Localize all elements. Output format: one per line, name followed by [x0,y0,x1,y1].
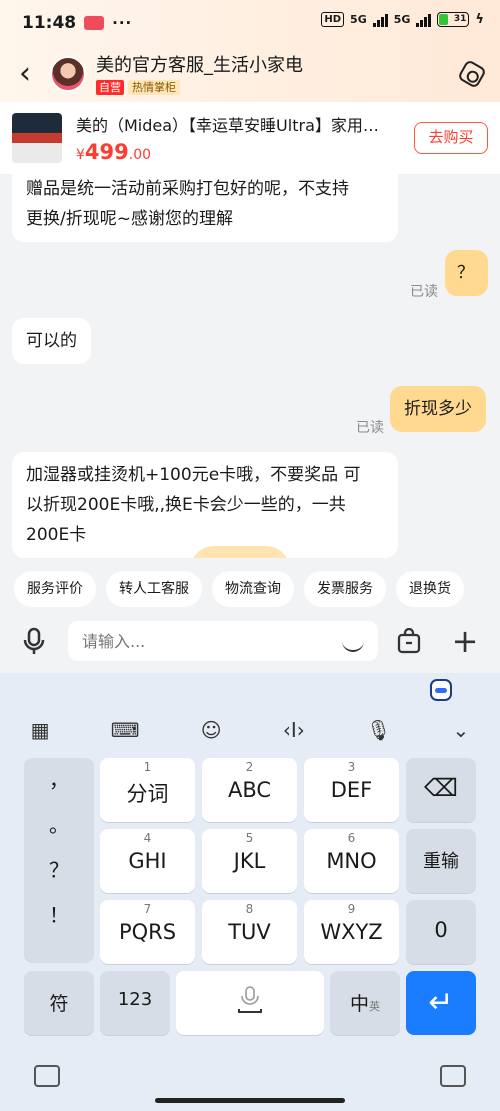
partial-bubble [190,546,290,558]
space-key[interactable] [176,971,324,1035]
quick-reply-human-agent[interactable]: 转人工客服 [106,571,202,607]
keyboard-toolbar: ▦ ⌨ ☺ ‹I› 🎙 ⌄ [0,713,500,747]
message-bubble-left[interactable]: 加湿器或挂烫机+100元e卡哦，不要奖品 可 以折现200E卡哦,,换E卡会少一… [12,452,398,558]
order-button[interactable] [378,628,440,654]
key-4[interactable]: 4 GHI [100,829,195,893]
emoji-icon[interactable] [342,630,364,652]
product-price: ¥499.00 [76,140,152,164]
message-bubble-left[interactable]: 赠品是统一活动前采购打包好的呢，不支持 更换/折现呢~感谢您的理解 [12,174,398,242]
shopping-bag-icon [397,628,421,654]
key-1[interactable]: 1 分词 [100,758,195,822]
shop-info: 美的官方客服_生活小家电 自营 热情掌柜 [96,54,444,95]
key-7[interactable]: 7 PQRS [100,900,195,964]
enthusiastic-badge: 热情掌柜 [128,79,180,95]
product-image[interactable] [12,113,62,163]
hd-icon: HD [321,12,345,27]
avatar[interactable] [50,56,86,92]
charging-icon: ϟ [475,12,484,27]
status-bar: 11:48 ··· HD 5G 5G 31 ϟ [0,0,500,46]
key-9[interactable]: 9 WXYZ [304,900,399,964]
message-bubble-right[interactable]: ？ [445,250,488,296]
network-label-1: 5G [350,13,367,26]
quick-reply-logistics[interactable]: 物流查询 [212,571,294,607]
message-input-box[interactable] [68,621,378,661]
exclaim-key[interactable]: ！ [24,893,94,938]
read-status: 已读 [410,284,438,300]
product-title: 美的（Midea）【幸运草安睡Ultra】家用… [76,116,379,135]
key-5[interactable]: 5 JKL [202,829,297,893]
shop-name: 美的官方客服_生活小家电 [96,54,303,76]
punctuation-column[interactable]: ， 。 ？ ！ [24,758,94,963]
key-3[interactable]: 3 DEF [304,758,399,822]
quick-reply-return[interactable]: 退换货 [396,571,464,607]
collapse-keyboard-icon[interactable]: ⌄ [453,718,470,742]
signal-icon [372,13,388,27]
keyboard-layout-icon[interactable]: ⌨ [111,718,140,742]
voice-button[interactable] [0,627,68,655]
status-time: 11:48 [22,13,77,33]
status-icons: HD 5G 5G 31 ϟ [321,12,484,27]
settings-button[interactable] [444,58,500,90]
battery-icon: 31 [437,12,470,27]
voice-input-icon[interactable]: 🎙 [366,718,391,742]
message-bubble-left[interactable]: 可以的 [12,318,91,364]
symbol-key[interactable]: 符 [24,971,94,1035]
signal-icon-2 [416,13,432,27]
quick-reply-review[interactable]: 服务评价 [14,571,96,607]
emoji-panel-icon[interactable]: ☺ [201,718,222,742]
cursor-icon[interactable]: ‹I› [283,718,305,742]
buy-button[interactable]: 去购买 [414,122,488,154]
message-list[interactable]: 赠品是统一活动前采购打包好的呢，不支持 更换/折现呢~感谢您的理解 已读 ？ 可… [0,174,500,558]
home-indicator[interactable] [155,1098,345,1103]
quick-replies: 服务评价 转人工客服 物流查询 发票服务 退换货 [0,566,500,612]
key-2[interactable]: 2 ABC [202,758,297,822]
product-card[interactable]: 美的（Midea）【幸运草安睡Ultra】家用… ¥499.00 去购买 [0,102,500,174]
key-8[interactable]: 8 TUV [202,900,297,964]
keyboard-switch-icon[interactable] [34,1065,60,1087]
enter-key[interactable]: ↵ [406,971,476,1035]
key-6[interactable]: 6 MNO [304,829,399,893]
number-key[interactable]: 123 [100,971,170,1035]
question-key[interactable]: ？ [24,848,94,893]
microphone-icon [23,627,45,654]
more-notifications-icon: ··· [112,14,133,32]
keyboard-assistant-icon[interactable] [430,679,452,701]
backspace-key[interactable]: ⌫ [406,758,476,822]
space-mic-icon [238,986,262,1013]
input-bar: + [0,612,500,670]
message-bubble-right[interactable]: 折现多少 [390,386,486,432]
message-input[interactable] [82,631,322,651]
self-operated-badge: 自营 [96,79,124,95]
network-label-2: 5G [393,13,411,26]
chat-header: ‹ 美的官方客服_生活小家电 自营 热情掌柜 [0,46,500,102]
zero-key[interactable]: 0 [406,900,476,964]
plus-icon[interactable]: + [440,612,490,670]
back-icon[interactable]: ‹ [0,46,50,102]
apps-grid-icon[interactable]: ▦ [31,718,50,742]
reinput-key[interactable]: 重输 [406,829,476,893]
quick-reply-invoice[interactable]: 发票服务 [304,571,386,607]
notification-icon [84,16,105,30]
period-key[interactable]: 。 [24,803,94,848]
language-switch-key[interactable]: 中英 [330,971,400,1035]
clipboard-icon[interactable] [440,1065,466,1087]
read-status: 已读 [356,420,384,436]
settings-icon [456,58,488,90]
ime-keyboard: ▦ ⌨ ☺ ‹I› 🎙 ⌄ ， 。 ？ ！ 1 分词 2 ABC 3 DEF ⌫ 4G… [0,673,500,1111]
comma-key[interactable]: ， [24,758,94,803]
